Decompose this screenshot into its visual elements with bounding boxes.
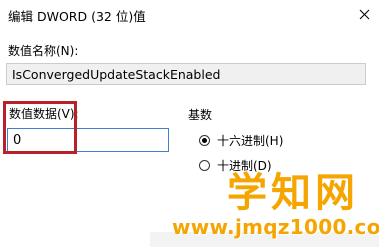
watermark-url: www.jmqz1000.com — [172, 215, 379, 239]
base-group-label: 基数 — [188, 108, 213, 122]
radio-decimal[interactable]: 十进制(D) — [199, 157, 272, 174]
value-data-input[interactable] — [7, 128, 169, 152]
close-icon — [359, 9, 369, 19]
radio-selected-dot — [202, 138, 207, 143]
radio-button-dec[interactable] — [199, 160, 210, 171]
window-title: 编辑 DWORD (32 位)值 — [8, 9, 146, 24]
value-name-field[interactable]: IsConvergedUpdateStackEnabled — [6, 63, 366, 85]
close-button[interactable] — [349, 0, 379, 28]
value-name-label: 数值名称(N): — [8, 44, 79, 58]
radio-button-hex[interactable] — [199, 135, 210, 146]
title-bar: 编辑 DWORD (32 位)值 — [0, 0, 379, 28]
radio-hex-label: 十六进制(H) — [217, 134, 284, 148]
radio-dec-label: 十进制(D) — [217, 159, 272, 173]
value-data-label: 数值数据(V): — [9, 107, 79, 121]
edit-dword-dialog: 编辑 DWORD (32 位)值 数值名称(N): IsConvergedUpd… — [0, 0, 379, 247]
watermark-logo-text: 学知网 — [227, 170, 359, 216]
radio-hexadecimal[interactable]: 十六进制(H) — [199, 132, 283, 149]
